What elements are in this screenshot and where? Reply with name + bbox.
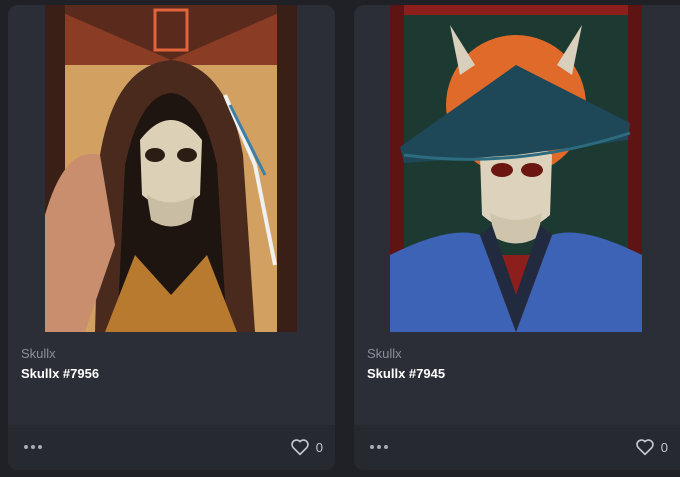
nft-title[interactable]: Skullx #7945 (367, 366, 445, 381)
collection-name[interactable]: Skullx (367, 346, 402, 361)
nft-card[interactable]: Skullx Skullx #7956 0 (8, 5, 335, 470)
like-count: 0 (315, 439, 323, 455)
nft-image[interactable] (390, 5, 642, 332)
card-footer: 0 (354, 425, 680, 470)
collection-name[interactable]: Skullx (21, 346, 56, 361)
heart-icon (635, 439, 654, 456)
nft-title[interactable]: Skullx #7956 (21, 366, 99, 381)
hooded-skull-artwork (45, 5, 297, 332)
nft-image[interactable] (45, 5, 297, 332)
nft-card[interactable]: Skullx Skullx #7945 0 (354, 5, 680, 470)
like-button[interactable]: 0 (290, 435, 323, 459)
heart-icon (290, 439, 309, 456)
card-footer: 0 (8, 425, 335, 470)
samurai-skull-artwork (390, 5, 642, 332)
like-count: 0 (660, 439, 668, 455)
more-options-icon[interactable] (24, 441, 46, 453)
more-options-icon[interactable] (370, 441, 392, 453)
like-button[interactable]: 0 (635, 435, 668, 459)
